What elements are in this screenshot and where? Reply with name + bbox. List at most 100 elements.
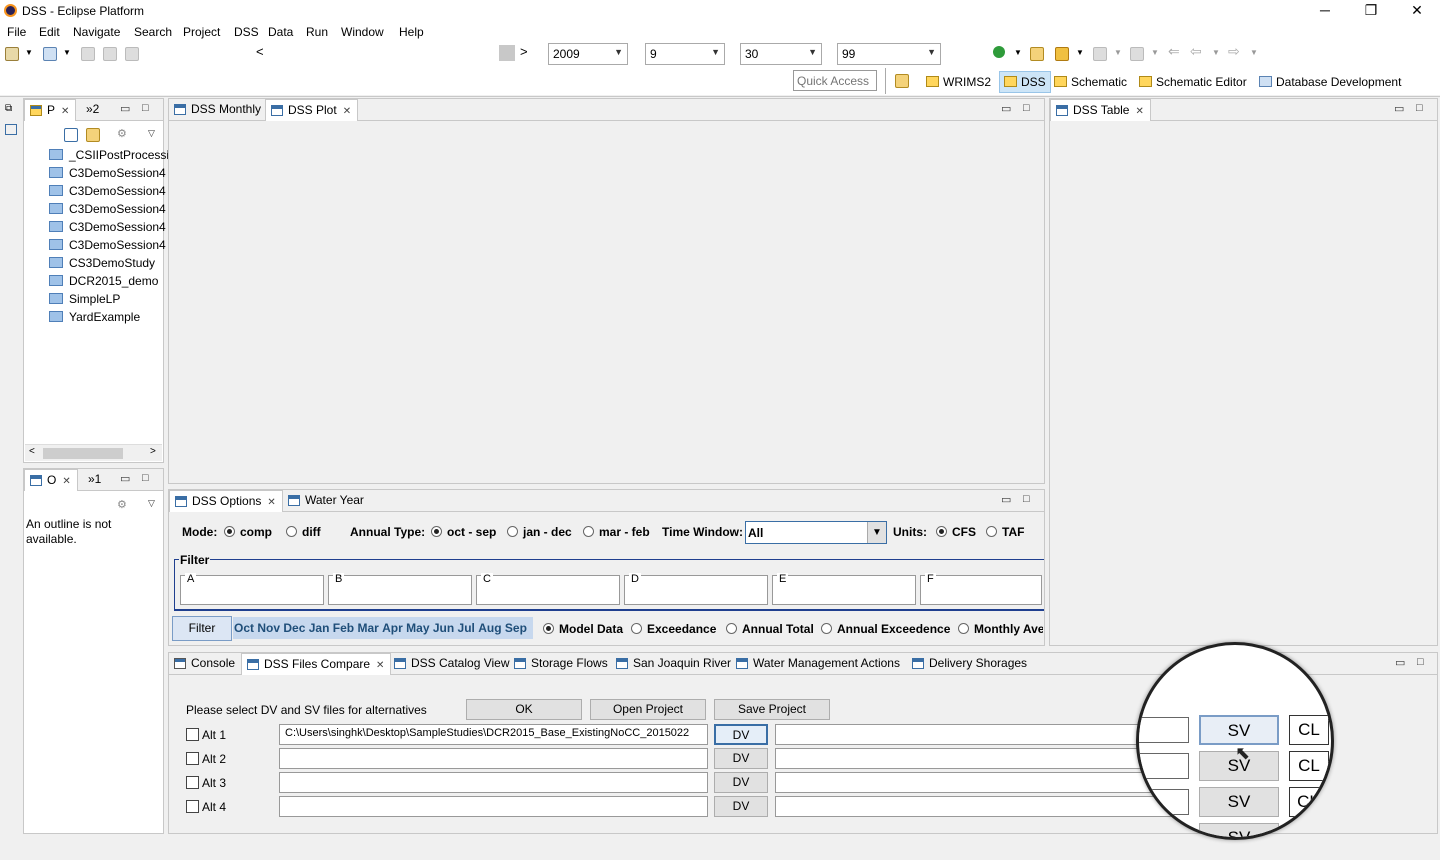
tab-dss-plot[interactable]: DSS Plot ✕ xyxy=(265,99,359,121)
alt-3-cl-button[interactable]: CL xyxy=(1289,787,1327,817)
outline-trim-icon[interactable] xyxy=(5,124,17,135)
view-menu-icon[interactable]: ⚙ xyxy=(117,127,127,140)
mode-comp-radio[interactable]: comp xyxy=(224,525,272,539)
alt-1-sv-path[interactable] xyxy=(775,724,1188,745)
filter-button[interactable]: Filter xyxy=(172,616,232,641)
mode-diff-radio[interactable]: diff xyxy=(286,525,321,539)
nav-forward-button[interactable]: > xyxy=(520,44,528,59)
value-combo[interactable]: 99 ▼ xyxy=(837,43,941,65)
minimize-button[interactable]: ─ xyxy=(1302,0,1348,23)
minimize-icon[interactable]: ▭ xyxy=(120,102,130,115)
list-item[interactable]: C3DemoSession4 xyxy=(49,184,166,198)
view-monthly-ave-radio[interactable]: Monthly Ave xyxy=(958,622,1043,636)
tab-dss-catalog-view[interactable]: DSS Catalog View xyxy=(389,653,516,675)
maximize-icon[interactable]: □ xyxy=(142,102,149,114)
scroll-left-icon[interactable]: < xyxy=(29,446,35,457)
alt-1-checkbox[interactable]: Alt 1 xyxy=(186,728,226,742)
tab-storage-flows[interactable]: Storage Flows xyxy=(509,653,614,675)
scrollbar-thumb[interactable] xyxy=(43,448,123,459)
menu-data[interactable]: Data xyxy=(268,25,293,39)
maximize-icon[interactable]: □ xyxy=(1417,656,1424,668)
tab-dss-table[interactable]: DSS Table ✕ xyxy=(1050,99,1151,121)
month-combo[interactable]: 9 ▼ xyxy=(645,43,725,65)
alt-2-dv-button[interactable]: DV xyxy=(714,748,768,769)
view-exceedance-radio[interactable]: Exceedance xyxy=(631,622,716,636)
filter-part-f-input[interactable]: F xyxy=(920,573,1042,605)
close-icon[interactable]: ✕ xyxy=(61,106,69,117)
next-annotation-icon[interactable] xyxy=(1093,47,1107,61)
close-icon[interactable]: ✕ xyxy=(267,497,275,508)
save-all-icon[interactable] xyxy=(103,47,117,61)
tab-water-management-actions[interactable]: Water Management Actions xyxy=(731,653,906,675)
new-project-icon[interactable] xyxy=(43,47,57,61)
minimize-icon[interactable]: ▭ xyxy=(1394,102,1404,115)
list-item[interactable]: C3DemoSession4 xyxy=(49,166,166,180)
tools-icon[interactable] xyxy=(1055,47,1069,61)
filter-part-a-input[interactable]: A xyxy=(180,573,324,605)
menu-run[interactable]: Run xyxy=(306,25,328,39)
minimize-icon[interactable]: ▭ xyxy=(1395,656,1405,669)
units-taf-radio[interactable]: TAF xyxy=(986,525,1024,539)
view-menu-chevron-icon[interactable]: ▽ xyxy=(148,498,155,509)
nav-back-button[interactable]: < xyxy=(256,44,264,59)
alt-1-dv-button[interactable]: DV xyxy=(714,724,768,745)
units-cfs-radio[interactable]: CFS xyxy=(936,525,976,539)
menu-project[interactable]: Project xyxy=(183,25,220,39)
month-nov[interactable]: Nov xyxy=(257,621,280,635)
open-perspective-icon[interactable] xyxy=(895,74,909,88)
forward-dropdown-icon[interactable]: ▼ xyxy=(1250,48,1258,57)
view-menu-chevron-icon[interactable]: ▽ xyxy=(148,128,155,139)
minimize-icon[interactable]: ▭ xyxy=(1001,102,1011,115)
prev-annotation-dropdown-icon[interactable]: ▼ xyxy=(1151,48,1159,57)
alt-4-checkbox[interactable]: Alt 4 xyxy=(186,800,226,814)
back-icon[interactable]: ⇦ xyxy=(1190,43,1202,60)
menu-file[interactable]: File xyxy=(7,25,26,39)
prev-annotation-icon[interactable] xyxy=(1130,47,1144,61)
alt-2-dv-path[interactable] xyxy=(279,748,708,769)
alt-4-dv-path[interactable] xyxy=(279,796,708,817)
new-icon[interactable] xyxy=(5,47,19,61)
scroll-right-icon[interactable]: > xyxy=(150,446,156,457)
perspective-schematic[interactable]: Schematic xyxy=(1054,72,1127,92)
month-jan[interactable]: Jan xyxy=(309,621,330,635)
tab-projects[interactable]: P ✕ xyxy=(24,99,77,121)
close-icon[interactable]: ✕ xyxy=(62,476,70,487)
menu-help[interactable]: Help xyxy=(399,25,424,39)
tab-outline[interactable]: O ✕ xyxy=(24,469,78,491)
list-item[interactable]: C3DemoSession4 xyxy=(49,238,166,252)
quick-access-input[interactable] xyxy=(793,70,877,91)
alt-2-sv-path[interactable] xyxy=(775,748,1188,769)
filter-part-c-input[interactable]: C xyxy=(476,573,620,605)
alt-4-sv-path[interactable] xyxy=(775,796,1188,817)
alt-3-dv-path[interactable] xyxy=(279,772,708,793)
alt-3-sv-path[interactable] xyxy=(775,772,1188,793)
step-box-icon[interactable] xyxy=(499,45,515,61)
tab-overflow[interactable]: »2 xyxy=(80,99,105,121)
print-icon[interactable] xyxy=(125,47,139,61)
close-icon[interactable]: ✕ xyxy=(1135,106,1143,117)
tab-dss-monthly[interactable]: DSS Monthly xyxy=(169,99,267,121)
collapse-all-icon[interactable] xyxy=(64,128,78,142)
new-project-dropdown-icon[interactable]: ▼ xyxy=(63,48,71,57)
list-item[interactable]: SimpleLP xyxy=(49,292,120,306)
run-icon[interactable] xyxy=(993,46,1005,58)
menu-edit[interactable]: Edit xyxy=(39,25,60,39)
restore-button[interactable]: ❐ xyxy=(1348,0,1394,23)
month-may[interactable]: May xyxy=(406,621,429,635)
link-editor-icon[interactable] xyxy=(86,128,100,142)
restore-trim-icon[interactable]: ⧉ xyxy=(5,103,12,114)
view-annual-total-radio[interactable]: Annual Total xyxy=(726,622,814,636)
month-aug[interactable]: Aug xyxy=(478,621,501,635)
month-mar[interactable]: Mar xyxy=(357,621,378,635)
forward-icon[interactable]: ⇨ xyxy=(1228,43,1240,60)
view-model-data-radio[interactable]: Model Data xyxy=(543,622,623,636)
next-annotation-dropdown-icon[interactable]: ▼ xyxy=(1114,48,1122,57)
minimize-icon[interactable]: ▭ xyxy=(1001,493,1011,506)
maximize-icon[interactable]: □ xyxy=(142,472,149,484)
menu-navigate[interactable]: Navigate xyxy=(73,25,120,39)
alt-1-cl-button[interactable]: CL xyxy=(1289,715,1329,745)
last-edit-icon[interactable]: ⇐ xyxy=(1168,43,1180,60)
filter-part-d-input[interactable]: D xyxy=(624,573,768,605)
minimize-icon[interactable]: ▭ xyxy=(120,472,130,485)
annual-jandec-radio[interactable]: jan - dec xyxy=(507,525,572,539)
